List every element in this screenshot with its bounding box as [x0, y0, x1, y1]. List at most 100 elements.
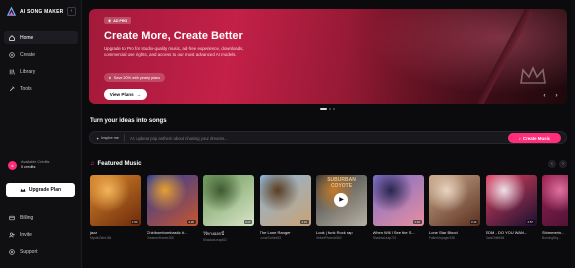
- nav-item-support[interactable]: Support: [4, 246, 78, 258]
- song-card[interactable]: 2:20 Chiribombombastic #... DreamerHamm185: [146, 175, 198, 240]
- song-title[interactable]: Chiribombombastic #...: [147, 230, 198, 235]
- song-artist[interactable]: DarkOrbit654: [486, 236, 537, 240]
- song-title[interactable]: ไร้ทางออกนี้: [203, 230, 254, 237]
- nav-item-invite[interactable]: Invite: [4, 229, 78, 241]
- song-card[interactable]: 3:14 Lone Star Blood FallenVoyager338: [429, 175, 480, 240]
- library-icon: [9, 69, 15, 75]
- banner-title: Create More, Create Better: [104, 30, 243, 42]
- nav-item-tools[interactable]: Tools: [4, 82, 78, 95]
- song-artist[interactable]: MysticOtter184: [90, 236, 141, 240]
- banner-description: Upgrade to Pro for studio-quality music,…: [104, 46, 244, 58]
- featured-music-heading: ♫ Featured Music: [90, 161, 142, 167]
- song-title[interactable]: Look | funk Rock rap: [316, 230, 367, 235]
- pro-tag: ♛ AD PRO: [104, 17, 132, 24]
- invite-icon: [9, 232, 15, 238]
- credits-icon: c: [8, 160, 17, 170]
- inspire-me-button[interactable]: ✦ Inspire me: [96, 135, 119, 141]
- tag-icon: ⬧: [109, 75, 111, 80]
- nav-item-label: Invite: [20, 232, 32, 238]
- song-title[interactable]: Shimmerin...: [542, 230, 568, 235]
- featured-next-button[interactable]: ›: [559, 160, 567, 168]
- app-logo[interactable]: AI SONG MAKER: [7, 7, 63, 16]
- logo-icon: [7, 7, 16, 16]
- nav-item-home[interactable]: Home: [4, 31, 78, 44]
- nav-item-label: Home: [20, 34, 34, 41]
- view-plans-button[interactable]: View Plans →: [104, 89, 147, 100]
- create-music-button[interactable]: ♪ Create Music: [508, 133, 561, 143]
- upgrade-plan-label: Upgrade Plan: [28, 187, 62, 193]
- upgrade-plan-button[interactable]: Upgrade Plan: [6, 183, 75, 197]
- song-artist[interactable]: FallenVoyager338: [429, 236, 480, 240]
- song-card[interactable]: 2:16 When Will I See the S... ShadowLeap72…: [372, 175, 424, 240]
- crown-watermark-icon: [520, 66, 546, 84]
- banner-prev-button[interactable]: ‹: [541, 92, 548, 99]
- song-cover-image[interactable]: 1:53: [90, 175, 141, 226]
- secondary-nav: Billing Invite Support: [4, 212, 78, 263]
- cover-text: SUBURBAN COYOTE: [327, 177, 356, 189]
- song-title[interactable]: When Will I See the S...: [373, 230, 424, 235]
- pagination-dot[interactable]: [329, 108, 331, 110]
- song-title[interactable]: The Lone Ranger: [260, 230, 311, 235]
- home-icon: [9, 34, 15, 41]
- nav-item-create[interactable]: Create: [4, 48, 78, 61]
- featured-prev-button[interactable]: ‹: [548, 160, 556, 168]
- song-title[interactable]: Lone Star Blood: [429, 230, 480, 235]
- nav-item-label: Support: [20, 249, 38, 255]
- app-name: AI SONG MAKER: [20, 8, 64, 15]
- chevron-left-icon: ‹: [70, 8, 73, 14]
- song-duration: 2:57: [526, 220, 535, 224]
- song-artist[interactable]: ShadowLeap402: [203, 238, 254, 242]
- crown-icon: ♛: [108, 18, 112, 23]
- collapse-sidebar-button[interactable]: ‹: [67, 7, 76, 16]
- song-card[interactable]: 2:57 EDM - DO YOU WAN... DarkOrbit654: [485, 175, 537, 240]
- chevron-left-icon: ‹: [543, 92, 546, 99]
- song-card[interactable]: 0:20 ไร้ทางออกนี้ ShadowLeap402: [203, 175, 254, 242]
- play-button[interactable]: ▶: [334, 193, 348, 207]
- song-artist[interactable]: DreamerHamm185: [147, 236, 198, 240]
- nav-item-library[interactable]: Library: [4, 65, 78, 78]
- song-cover-image[interactable]: 2:20: [146, 175, 198, 226]
- create-music-label: Create Music: [522, 135, 551, 141]
- main-nav: Home Create Library Tools: [4, 31, 78, 99]
- support-icon: [9, 249, 15, 255]
- song-duration: 2:20: [187, 220, 196, 224]
- nav-item-label: Create: [20, 51, 36, 58]
- song-cover-image[interactable]: 0:20: [203, 175, 254, 226]
- song-card[interactable]: Shimmerin... BurningSky...: [542, 175, 568, 240]
- sidebar: AI SONG MAKER ‹ Home Create Library Tool…: [0, 0, 82, 268]
- song-artist[interactable]: ShadowLeap721: [373, 236, 424, 240]
- song-card[interactable]: 1:53 jazz MysticOtter184: [90, 175, 141, 240]
- song-card[interactable]: 2:31 The Lone Ranger LunarTurtle463: [259, 175, 311, 240]
- song-cover-image[interactable]: [542, 175, 568, 226]
- song-cover-image[interactable]: 3:14: [429, 175, 480, 226]
- banner-next-button[interactable]: ›: [553, 92, 560, 99]
- song-card[interactable]: SUBURBAN COYOTE ▶ Look | funk Rock rap Velv…: [316, 175, 367, 240]
- nav-item-billing[interactable]: Billing: [4, 212, 78, 224]
- song-artist[interactable]: LunarTurtle463: [260, 236, 311, 240]
- banner-pagination: [320, 108, 335, 110]
- song-title[interactable]: EDM - DO YOU WAN...: [486, 230, 537, 235]
- nav-item-label: Library: [20, 68, 36, 75]
- featured-music-title: Featured Music: [97, 161, 142, 167]
- song-artist[interactable]: BurningSky...: [542, 236, 568, 240]
- page-scrollbar[interactable]: [571, 0, 575, 268]
- song-cover-image[interactable]: 2:57: [485, 175, 537, 226]
- pagination-dot[interactable]: [333, 108, 335, 110]
- credits-info: c Available Credits 0 credits: [8, 160, 49, 170]
- prompt-section-title: Turn your ideas into songs: [90, 118, 167, 124]
- song-cover-image[interactable]: SUBURBAN COYOTE ▶: [316, 175, 367, 226]
- song-duration: 2:31: [300, 220, 309, 224]
- song-prompt-input[interactable]: [124, 134, 474, 142]
- featured-cards: 1:53 jazz MysticOtter184 2:20 Chiribombombas…: [90, 175, 568, 245]
- nav-item-label: Billing: [20, 215, 34, 221]
- pagination-dot[interactable]: [320, 108, 327, 110]
- promo-banner[interactable]: ♛ AD PRO Create More, Create Better Upgr…: [89, 9, 567, 104]
- song-cover-image[interactable]: 2:16: [372, 175, 424, 226]
- save-pill: ⬧ Save 20% with yearly plans: [104, 73, 166, 82]
- song-title[interactable]: jazz: [90, 230, 141, 235]
- song-artist[interactable]: VelvetPhoenix563: [316, 236, 367, 240]
- chevron-right-icon: ›: [562, 161, 564, 167]
- song-cover-image[interactable]: 2:31: [259, 175, 311, 226]
- nav-item-label: Tools: [20, 85, 32, 92]
- plus-circle-icon: [9, 51, 15, 58]
